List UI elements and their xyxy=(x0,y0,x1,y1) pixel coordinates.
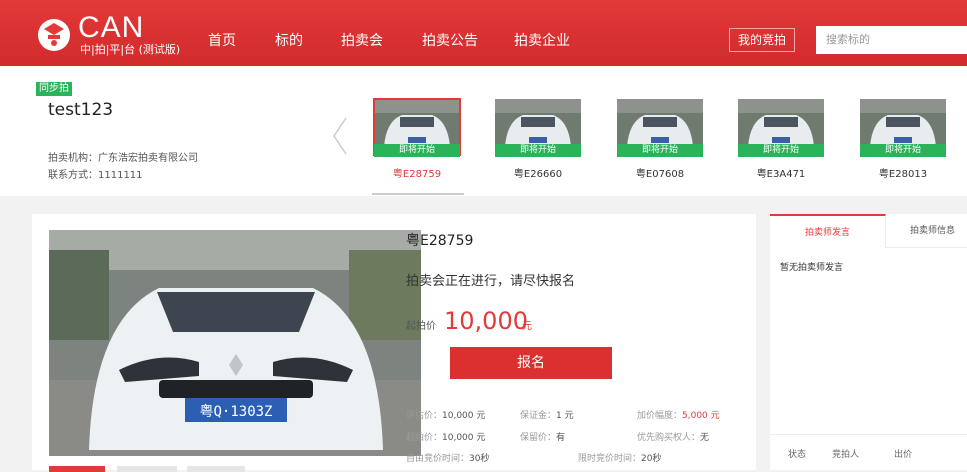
lot-thumbnail[interactable]: 即将开始 粤E28013 xyxy=(860,99,946,211)
nav-item-lots[interactable]: 标的 xyxy=(275,30,303,50)
lot-plate-label: 粤E28759 xyxy=(392,169,442,180)
priority-label: 优先购买权人： xyxy=(637,433,701,443)
deposit-label: 保证金： xyxy=(520,411,557,421)
nav-item-home[interactable]: 首页 xyxy=(208,30,236,50)
photo-license-plate-text: 粤Q·1303Z xyxy=(199,404,272,420)
lot-status-badge: 即将开始 xyxy=(374,144,460,157)
tab-divider xyxy=(886,247,967,248)
start-label: 起拍价： xyxy=(406,433,443,443)
free-time-value: 30秒 xyxy=(469,454,490,464)
lot-plate-label: 粤E26660 xyxy=(513,169,563,180)
auction-status-text: 拍卖会正在进行，请尽快报名 xyxy=(406,274,576,289)
deposit-info: 保证金：1 元 xyxy=(520,408,574,421)
lot-thumbnail[interactable]: 即将开始 粤E26660 xyxy=(495,99,581,211)
brand-name: CAN xyxy=(78,11,145,44)
auctioneer-panel: 拍卖师发言 拍卖师信息 暂无拍卖师发言 状态 竞拍人 出价 xyxy=(770,214,967,470)
auction-organization: 拍卖机构：广东浩宏拍卖有限公司 xyxy=(48,153,198,164)
lot-plate-label: 粤E28013 xyxy=(878,169,928,180)
start-price-info: 起拍价：10,000 元 xyxy=(406,430,485,443)
increment-value: 5,000 元 xyxy=(682,411,720,421)
limit-bid-time-info: 限时竞价时间：20秒 xyxy=(578,451,661,464)
photo-tab[interactable] xyxy=(187,466,245,472)
tab-auctioneer-info[interactable]: 拍卖师信息 xyxy=(910,214,967,248)
photo-tab[interactable] xyxy=(117,466,177,472)
photo-tab-active[interactable] xyxy=(49,466,105,472)
column-status: 状态 xyxy=(788,450,807,460)
increment-info: 加价幅度：5,000 元 xyxy=(637,408,720,421)
nav-item-companies[interactable]: 拍卖企业 xyxy=(514,30,570,50)
lot-plate-label: 粤E07608 xyxy=(635,169,685,180)
brand-subtitle: 中|拍|平|台 (测试版) xyxy=(80,43,181,56)
top-navigation-bar: CAN 中|拍|平|台 (测试版) 首页 标的 拍卖会 拍卖公告 拍卖企业 我的… xyxy=(0,0,967,66)
bid-record-header: 状态 竞拍人 出价 xyxy=(770,434,967,471)
lot-detail-card: 粤Q·1303Z 粤E28759 拍卖会正在进行，请尽快报名 起拍价 10,00… xyxy=(32,214,756,472)
column-bidder: 竞拍人 xyxy=(832,450,860,460)
lot-main-photo[interactable]: 粤Q·1303Z xyxy=(49,230,421,456)
empty-speech-message: 暂无拍卖师发言 xyxy=(780,263,844,273)
lot-status-badge: 即将开始 xyxy=(738,144,824,157)
lot-plate-title: 粤E28759 xyxy=(406,233,474,249)
deposit-value: 1 元 xyxy=(556,411,574,421)
lot-status-badge: 即将开始 xyxy=(860,144,946,157)
register-button[interactable]: 报名 xyxy=(450,347,612,379)
free-bid-time-info: 自由竞价时间：30秒 xyxy=(406,451,489,464)
my-bid-button[interactable]: 我的竞拍 xyxy=(729,28,795,52)
carousel-indicator xyxy=(372,193,464,195)
session-title: test123 xyxy=(48,100,114,120)
reserve-label: 保留价： xyxy=(520,433,557,443)
currency-unit: 元 xyxy=(522,321,532,332)
column-bid: 出价 xyxy=(894,450,913,460)
logo-mark-icon xyxy=(38,19,70,51)
nav-item-announcements[interactable]: 拍卖公告 xyxy=(422,30,478,50)
sync-auction-tag: 同步拍 xyxy=(36,82,72,96)
free-time-label: 自由竞价时间： xyxy=(406,454,470,464)
start-price-label: 起拍价 xyxy=(406,321,436,332)
tab-auctioneer-speech[interactable]: 拍卖师发言 xyxy=(770,214,886,248)
reserve-info: 保留价：有 xyxy=(520,430,565,443)
lot-thumbnail[interactable]: 即将开始 粤E07608 xyxy=(617,99,703,211)
auction-session-panel: 同步拍 test123 拍卖机构：广东浩宏拍卖有限公司 联系方式：1111111… xyxy=(0,66,967,196)
lot-plate-label: 粤E3A471 xyxy=(756,169,806,180)
search-input[interactable]: 搜索标的 xyxy=(816,26,967,54)
start-value: 10,000 元 xyxy=(442,433,486,443)
nav-item-auctions[interactable]: 拍卖会 xyxy=(341,30,383,50)
start-price-value: 10,000 xyxy=(444,307,528,335)
limit-time-value: 20秒 xyxy=(641,454,662,464)
lot-status-badge: 即将开始 xyxy=(495,144,581,157)
contact-info: 联系方式：1111111 xyxy=(48,170,143,181)
priority-info: 优先购买权人：无 xyxy=(637,430,709,443)
valuation-value: 10,000 元 xyxy=(442,411,486,421)
reserve-value: 有 xyxy=(556,433,566,443)
priority-value: 无 xyxy=(700,433,710,443)
increment-label: 加价幅度： xyxy=(637,411,683,421)
lot-status-badge: 即将开始 xyxy=(617,144,703,157)
site-logo[interactable]: CAN 中|拍|平|台 (测试版) xyxy=(36,11,196,56)
limit-time-label: 限时竞价时间： xyxy=(578,454,642,464)
chevron-left-icon[interactable] xyxy=(330,116,350,156)
valuation-label: 评估价： xyxy=(406,411,443,421)
lot-thumbnail[interactable]: 即将开始 粤E3A471 xyxy=(738,99,824,211)
valuation-info: 评估价：10,000 元 xyxy=(406,408,485,421)
